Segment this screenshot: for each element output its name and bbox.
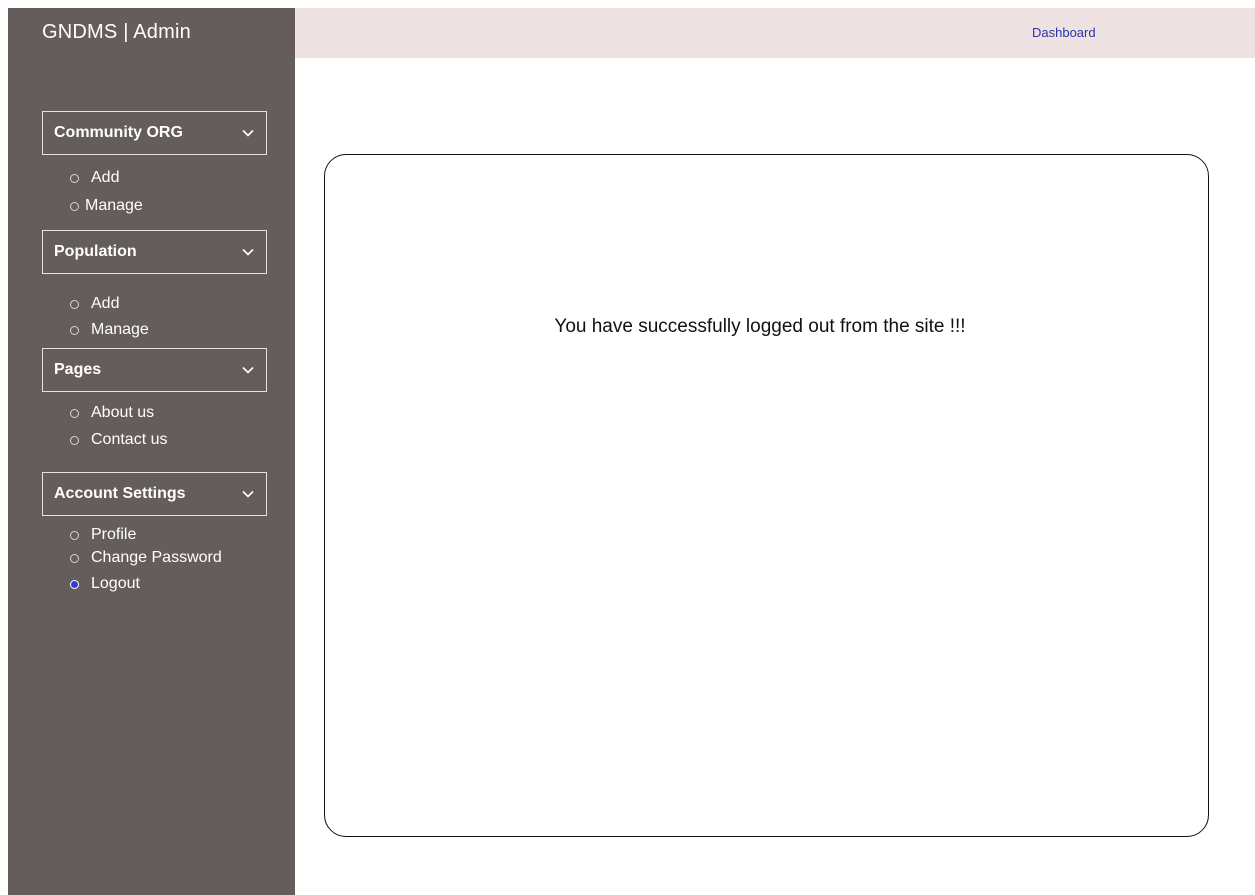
radio-circle-icon [70,530,79,540]
section-title: Population [54,243,137,260]
sidebar-item-label: Manage [85,197,143,214]
sidebar-item-profile[interactable]: Profile [70,524,136,546]
sidebar: GNDMS | Admin Community ORG Add Manage P… [8,8,295,895]
sidebar-section-pages[interactable]: Pages [42,348,267,392]
sidebar-item-change-password[interactable]: Change Password [70,547,222,569]
sidebar-section-population[interactable]: Population [42,230,267,274]
sidebar-item-community-manage[interactable]: Manage [70,195,143,217]
sidebar-section-community-org[interactable]: Community ORG [42,111,267,155]
dashboard-link[interactable]: Dashboard [1032,25,1096,40]
content-panel: You have successfully logged out from th… [324,154,1209,837]
sidebar-item-about-us[interactable]: About us [70,402,154,424]
radio-circle-icon [70,435,79,445]
sidebar-item-logout[interactable]: Logout [70,573,140,595]
sidebar-item-contact-us[interactable]: Contact us [70,429,167,451]
sidebar-item-label: Manage [91,321,149,338]
radio-circle-icon [70,325,79,335]
sidebar-item-community-add[interactable]: Add [70,167,119,189]
chevron-down-icon [241,126,255,140]
sidebar-item-population-manage[interactable]: Manage [70,319,149,341]
sidebar-item-label: Profile [91,526,137,543]
sidebar-item-population-add[interactable]: Add [70,293,119,315]
top-bar: Dashboard [295,8,1255,58]
chevron-down-icon [241,487,255,501]
radio-circle-icon [70,173,79,183]
radio-circle-icon [70,408,79,418]
brand-title: GNDMS | Admin [42,21,191,43]
sidebar-item-label: Logout [91,575,140,592]
sidebar-item-label: Add [91,169,120,186]
radio-circle-icon [70,201,79,211]
section-title: Account Settings [54,485,186,502]
sidebar-item-label: Add [91,295,120,312]
sidebar-item-label: Change Password [91,549,222,566]
radio-circle-icon [70,299,79,309]
chevron-down-icon [241,363,255,377]
radio-selected-icon [70,579,79,589]
radio-circle-icon [70,553,79,563]
chevron-down-icon [241,245,255,259]
logout-message: You have successfully logged out from th… [554,316,966,337]
sidebar-section-account-settings[interactable]: Account Settings [42,472,267,516]
sidebar-item-label: Contact us [91,431,168,448]
sidebar-item-label: About us [91,404,155,421]
section-title: Pages [54,361,102,378]
section-title: Community ORG [54,124,183,141]
